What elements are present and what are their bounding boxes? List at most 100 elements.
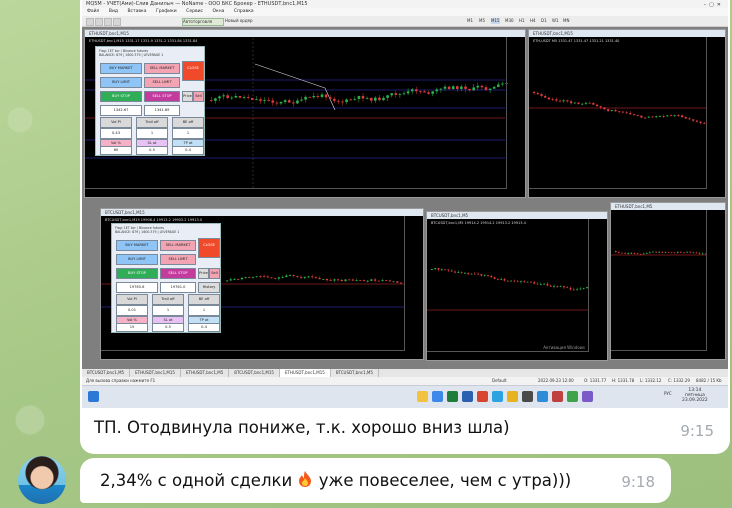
buy-stop-button[interactable]: BUY STOP — [116, 268, 158, 279]
chart-tab-6[interactable]: BTCUSDT,bnc1,M5 — [331, 369, 379, 377]
candle-body — [562, 100, 565, 102]
risk-input[interactable]: 60 — [100, 146, 132, 155]
be-label[interactable]: BE off — [188, 294, 220, 305]
chart-tab-5[interactable]: ETHUSDT,bnc1,M15 — [279, 369, 331, 377]
autotrading-button[interactable]: Автоторговля — [182, 18, 224, 26]
photo-message-bubble[interactable]: MQ5M - УЧЕТ(Ами)-Слив Данилыч — NoName -… — [80, 0, 730, 454]
chart-window-btc-m15[interactable]: BTCUSDT,bnc1,M15 BTCUSDT,bnc1,M15 19906.… — [100, 208, 424, 360]
buy-market-button[interactable]: BUY MARKET — [100, 63, 142, 74]
sell-stop-button[interactable]: SELL STOP — [160, 268, 196, 279]
tp-input[interactable]: 0.4 — [172, 146, 204, 155]
close-button[interactable]: CLOSE — [198, 238, 220, 258]
candle-body — [277, 277, 280, 279]
menu-help[interactable]: Справка — [234, 9, 254, 14]
price-input-2[interactable]: 1341.89 — [144, 105, 180, 116]
sender-avatar[interactable] — [18, 456, 66, 504]
trade-panel[interactable]: Flag: 1ET bcr / Binance futures BALANCE:… — [95, 46, 205, 156]
close-button[interactable]: CLOSE — [182, 61, 204, 81]
new-chart-icon[interactable] — [86, 18, 94, 26]
chrome-icon[interactable] — [507, 391, 518, 402]
buy-limit-button[interactable]: BUY LIMIT — [116, 254, 158, 265]
browser-icon[interactable] — [432, 391, 443, 402]
tf-mn[interactable]: MN — [563, 18, 569, 24]
tf-h1[interactable]: H1 — [519, 18, 525, 24]
price-button[interactable]: Price — [182, 91, 193, 102]
trail-label[interactable]: Trail off — [152, 294, 184, 305]
vol-input[interactable]: 0.01 — [116, 305, 148, 316]
tf-w1[interactable]: W1 — [552, 18, 559, 24]
text-message-bubble[interactable]: 2,34% с одной сделки уже повеселее, чем … — [80, 458, 671, 503]
buy-stop-button[interactable]: BUY STOP — [100, 91, 142, 102]
be-label[interactable]: BE off — [172, 117, 204, 128]
telegram-icon[interactable] — [492, 391, 503, 402]
open-icon[interactable] — [95, 18, 103, 26]
sell-market-button[interactable]: SELL MARKET — [160, 240, 196, 251]
candle-body — [345, 99, 348, 103]
powerpoint-icon[interactable] — [477, 391, 488, 402]
tf-m30[interactable]: M30 — [505, 18, 514, 24]
trail-label[interactable]: Trail off — [136, 117, 168, 128]
buy-limit-button[interactable]: BUY LIMIT — [100, 77, 142, 88]
sl-input[interactable]: 0.5 — [152, 323, 184, 332]
tf-m1[interactable]: M1 — [467, 18, 473, 24]
history-button[interactable]: History — [198, 282, 220, 293]
chart-tab-2[interactable]: ETHUSDT,bnc1,M15 — [130, 369, 181, 377]
tf-h4[interactable]: H4 — [530, 18, 536, 24]
price-input-1[interactable]: 19765.6 — [116, 282, 158, 293]
chart-window-eth-m5[interactable]: ETHUSDT,bnc1,M15 ETH,USDT M5 1331.47 133… — [528, 29, 726, 198]
app-icon-3[interactable] — [567, 391, 578, 402]
excel-icon[interactable] — [447, 391, 458, 402]
risk-input[interactable]: 15 — [116, 323, 148, 332]
sell-short-button[interactable]: Sell — [193, 91, 204, 102]
app-icon[interactable] — [537, 391, 548, 402]
tf-d1[interactable]: D1 — [541, 18, 547, 24]
tf-m15[interactable]: M15 — [491, 18, 500, 24]
sell-short-button[interactable]: Sell — [209, 268, 220, 279]
new-order-button[interactable]: Новый ордер — [225, 18, 255, 24]
menu-insert[interactable]: Вставка — [127, 9, 146, 14]
price-input-2[interactable]: 19761.0 — [160, 282, 196, 293]
app-icon-2[interactable] — [552, 391, 563, 402]
be-input[interactable]: 1 — [188, 305, 220, 316]
be-input[interactable]: 1 — [172, 128, 204, 139]
candle-body — [627, 252, 629, 254]
chart-window-eth-m5-b[interactable]: ETHUSDT,bnc1,M5 — [610, 202, 726, 360]
menu-charts[interactable]: Графики — [156, 9, 177, 14]
chart-tab-3[interactable]: ETHUSDT,bnc1,M5 — [181, 369, 230, 377]
menu-view[interactable]: Вид — [109, 9, 118, 14]
price-input-1[interactable]: 1342.67 — [100, 105, 142, 116]
vol-input[interactable]: 0.43 — [100, 128, 132, 139]
start-icon[interactable] — [88, 391, 99, 402]
fire-icon — [297, 470, 313, 492]
terminal-app-icon[interactable] — [522, 391, 533, 402]
terminal-screenshot[interactable]: MQ5M - УЧЕТ(Ами)-Слив Данилыч — NoName -… — [82, 0, 728, 408]
navigator-icon[interactable] — [113, 18, 121, 26]
chart-tab-4[interactable]: BTCUSDT,bnc1,M15 — [229, 369, 280, 377]
trade-panel-btc[interactable]: Flag: 1ET bcr / Binance futures BALANCE:… — [111, 223, 221, 333]
sell-stop-button[interactable]: SELL STOP — [144, 91, 180, 102]
sl-input[interactable]: 0.5 — [136, 146, 168, 155]
sell-market-button[interactable]: SELL MARKET — [144, 63, 180, 74]
chart-window-eth-m15[interactable]: ETHUSDT,bnc1,M15 ETHUSDT,bnc1,M15 1331.1… — [84, 29, 526, 198]
sell-limit-button[interactable]: SELL LIMIT — [144, 77, 180, 88]
explorer-icon[interactable] — [417, 391, 428, 402]
save-icon[interactable] — [104, 18, 112, 26]
buy-market-button[interactable]: BUY MARKET — [116, 240, 158, 251]
menu-file[interactable]: Файл — [87, 9, 99, 14]
trail-input[interactable]: 1 — [152, 305, 184, 316]
menu-tools[interactable]: Сервис — [186, 9, 203, 14]
tray-clock[interactable]: 13:14 пятница 23.09.2022 — [682, 388, 708, 403]
tp-input[interactable]: 0.4 — [188, 323, 220, 332]
candle-body — [636, 253, 639, 254]
chart-window-btc-m5[interactable]: BTCUSDT,bnc1,M5 BTCUSDT,bnc1,M5 19914.2 … — [426, 211, 608, 361]
app-icon-4[interactable] — [582, 391, 593, 402]
word-icon[interactable] — [462, 391, 473, 402]
menu-window[interactable]: Окна — [212, 9, 224, 14]
language-indicator[interactable]: РУС — [664, 391, 672, 396]
price-button[interactable]: Price — [198, 268, 209, 279]
trail-input[interactable]: 1 — [136, 128, 168, 139]
tf-m5[interactable]: M5 — [479, 18, 485, 24]
chart-tab-1[interactable]: BTCUSDT,bnc1,M5 — [82, 369, 131, 377]
sell-limit-button[interactable]: SELL LIMIT — [160, 254, 196, 265]
message-text: 2,34% с одной сделки уже повеселее, чем … — [100, 470, 571, 492]
